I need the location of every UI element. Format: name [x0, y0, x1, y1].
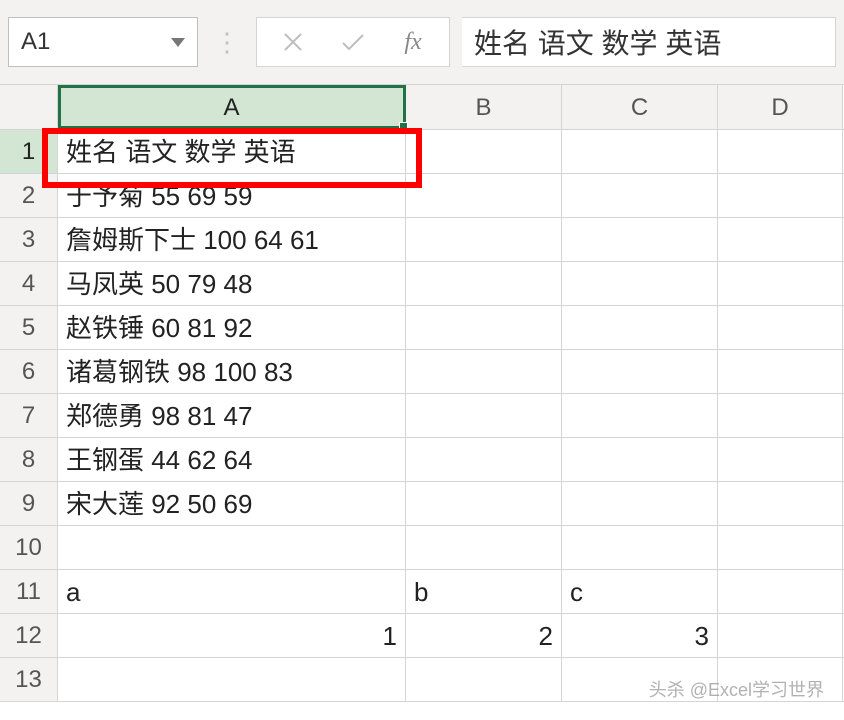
name-box-value: A1 [21, 28, 171, 56]
cell[interactable] [562, 526, 718, 569]
name-box[interactable]: A1 [8, 17, 198, 67]
formula-bar: A1 ⋮ fx 姓名 语文 数学 英语 [0, 0, 844, 85]
cell[interactable] [406, 350, 562, 393]
cell[interactable]: 1 [58, 614, 406, 657]
cancel-button[interactable] [263, 31, 323, 53]
cell[interactable] [718, 526, 843, 569]
cell[interactable] [562, 262, 718, 305]
row-header[interactable]: 3 [0, 218, 58, 261]
cell[interactable] [406, 658, 562, 701]
table-row: 4马凤英 50 79 48 [0, 262, 844, 306]
cell[interactable] [406, 262, 562, 305]
row-header[interactable]: 10 [0, 526, 58, 569]
rows-container: 1姓名 语文 数学 英语2于予菊 55 69 593詹姆斯下士 100 64 6… [0, 130, 844, 702]
cell[interactable] [406, 174, 562, 217]
cell[interactable] [58, 526, 406, 569]
table-row: 5赵铁锤 60 81 92 [0, 306, 844, 350]
cell[interactable]: 赵铁锤 60 81 92 [58, 306, 406, 349]
cell[interactable] [562, 218, 718, 261]
cell[interactable]: 王钢蛋 44 62 64 [58, 438, 406, 481]
insert-function-button[interactable]: fx [383, 29, 443, 56]
row-header[interactable]: 7 [0, 394, 58, 437]
cell[interactable] [718, 614, 843, 657]
cell[interactable]: 宋大莲 92 50 69 [58, 482, 406, 525]
column-header-c[interactable]: C [562, 85, 718, 129]
cell[interactable]: 于予菊 55 69 59 [58, 174, 406, 217]
row-header[interactable]: 1 [0, 130, 58, 173]
fx-label: fx [404, 29, 421, 56]
cell[interactable]: 诸葛钢铁 98 100 83 [58, 350, 406, 393]
cell[interactable] [718, 394, 843, 437]
cell[interactable] [562, 306, 718, 349]
cell[interactable] [718, 262, 843, 305]
table-row: 11abc [0, 570, 844, 614]
row-header[interactable]: 5 [0, 306, 58, 349]
row-header[interactable]: 2 [0, 174, 58, 217]
cell[interactable]: c [562, 570, 718, 613]
separator-icon: ⋮ [210, 27, 244, 58]
cell[interactable] [406, 306, 562, 349]
formula-input[interactable]: 姓名 语文 数学 英语 [462, 17, 836, 67]
chevron-down-icon[interactable] [171, 38, 185, 47]
cell[interactable] [718, 438, 843, 481]
table-row: 10 [0, 526, 844, 570]
cell[interactable] [718, 130, 843, 173]
cell[interactable] [718, 306, 843, 349]
column-header-b[interactable]: B [406, 85, 562, 129]
column-headers: A B C D [0, 85, 844, 130]
row-header[interactable]: 9 [0, 482, 58, 525]
watermark: 头杀 @Excel学习世界 [649, 676, 824, 702]
column-header-d[interactable]: D [718, 85, 843, 129]
table-row: 8王钢蛋 44 62 64 [0, 438, 844, 482]
table-row: 12123 [0, 614, 844, 658]
select-all-corner[interactable] [0, 85, 58, 129]
cell[interactable] [562, 130, 718, 173]
cell[interactable]: 郑德勇 98 81 47 [58, 394, 406, 437]
cell[interactable] [562, 174, 718, 217]
cell[interactable] [562, 350, 718, 393]
cell[interactable] [718, 218, 843, 261]
cell[interactable]: 姓名 语文 数学 英语 [58, 130, 406, 173]
cell[interactable]: a [58, 570, 406, 613]
cell[interactable] [718, 570, 843, 613]
table-row: 6诸葛钢铁 98 100 83 [0, 350, 844, 394]
row-header[interactable]: 6 [0, 350, 58, 393]
row-header[interactable]: 8 [0, 438, 58, 481]
cell[interactable] [406, 394, 562, 437]
cell[interactable] [406, 526, 562, 569]
cell[interactable] [562, 394, 718, 437]
cell[interactable] [58, 658, 406, 701]
cell[interactable] [406, 218, 562, 261]
table-row: 9宋大莲 92 50 69 [0, 482, 844, 526]
cell[interactable] [562, 438, 718, 481]
cell[interactable] [562, 482, 718, 525]
cell[interactable]: 2 [406, 614, 562, 657]
cell[interactable]: 詹姆斯下士 100 64 61 [58, 218, 406, 261]
row-header[interactable]: 11 [0, 570, 58, 613]
table-row: 2于予菊 55 69 59 [0, 174, 844, 218]
cell[interactable] [718, 350, 843, 393]
cell[interactable] [718, 482, 843, 525]
table-row: 3詹姆斯下士 100 64 61 [0, 218, 844, 262]
row-header[interactable]: 4 [0, 262, 58, 305]
row-header[interactable]: 13 [0, 658, 58, 701]
cell[interactable] [718, 174, 843, 217]
formula-bar-buttons: fx [256, 17, 450, 67]
spreadsheet-grid: A B C D 1姓名 语文 数学 英语2于予菊 55 69 593詹姆斯下士 … [0, 85, 844, 702]
confirm-button[interactable] [323, 31, 383, 53]
table-row: 7郑德勇 98 81 47 [0, 394, 844, 438]
table-row: 1姓名 语文 数学 英语 [0, 130, 844, 174]
row-header[interactable]: 12 [0, 614, 58, 657]
formula-value: 姓名 语文 数学 英语 [474, 22, 721, 62]
cell[interactable] [406, 130, 562, 173]
column-header-a[interactable]: A [58, 85, 406, 129]
cell[interactable] [406, 482, 562, 525]
cell[interactable]: b [406, 570, 562, 613]
cell[interactable]: 3 [562, 614, 718, 657]
cell[interactable] [406, 438, 562, 481]
cell[interactable]: 马凤英 50 79 48 [58, 262, 406, 305]
